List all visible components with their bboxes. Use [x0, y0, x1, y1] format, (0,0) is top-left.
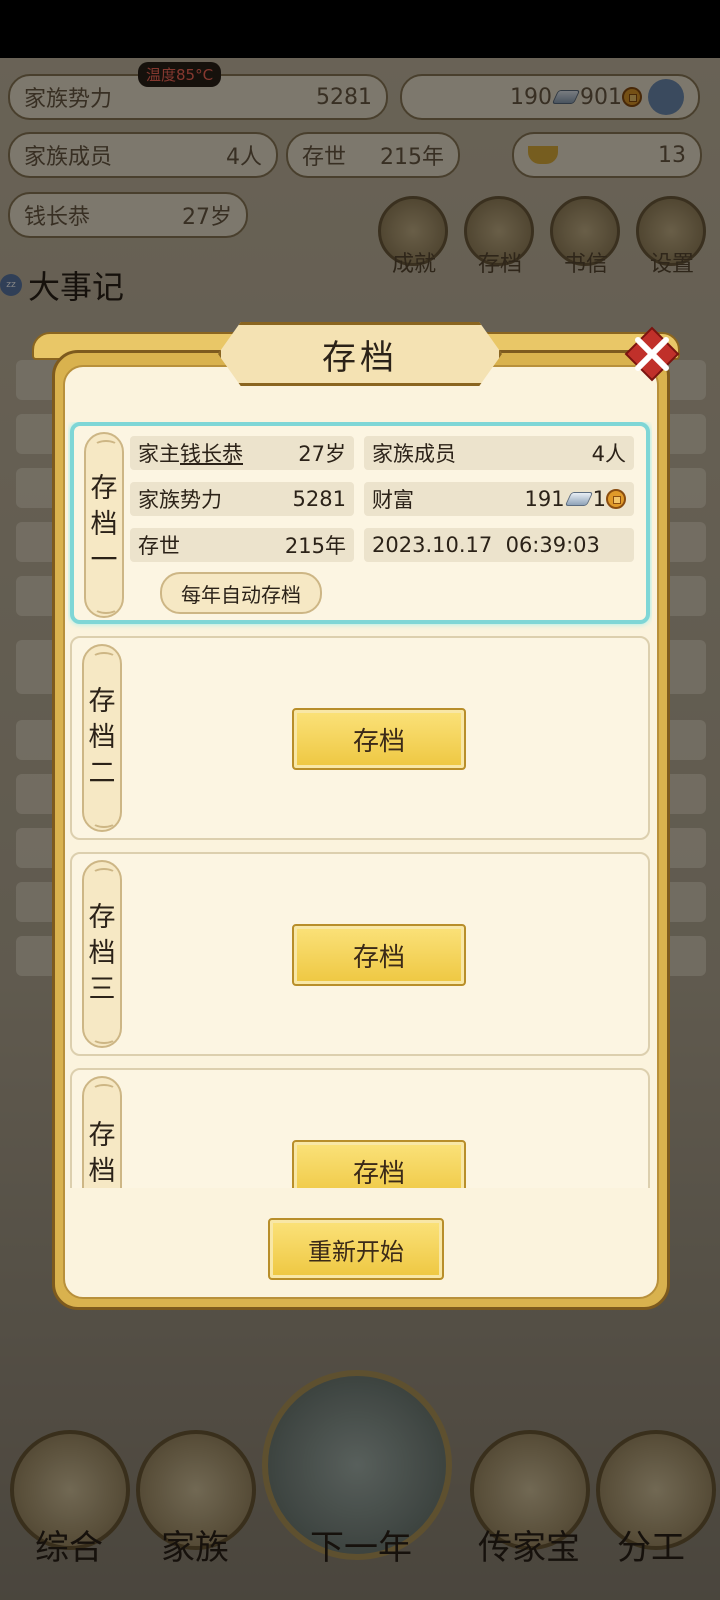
- save-slot-4-button[interactable]: 存档: [292, 1140, 466, 1188]
- status-bar: [0, 0, 720, 58]
- save-slot-1[interactable]: 存 档 一 家主 钱长恭 27岁 家族成员 4人 家族势力 5281 财富 19…: [70, 422, 650, 624]
- slot-2-tag: 存 档 二: [82, 644, 122, 832]
- save-slot-4[interactable]: 存 档 存档: [70, 1068, 650, 1188]
- power-value: 5281: [292, 487, 346, 511]
- dialog-title-plate: 存档: [218, 322, 502, 386]
- existence-value: 215年: [284, 534, 346, 558]
- slot-1-tag-char: 一: [90, 545, 118, 576]
- slot-4-tag-char: 存: [88, 1120, 116, 1151]
- existence-cell: 存世 215年: [130, 528, 354, 562]
- close-button[interactable]: [622, 324, 682, 384]
- slot-2-tag-char: 档: [88, 722, 116, 753]
- slot-3-tag-char: 存: [88, 902, 116, 933]
- slot-4-tag-char: 档: [88, 1156, 116, 1187]
- silver-icon: [564, 492, 593, 506]
- saved-timestamp: 2023.10.17 06:39:03: [372, 533, 600, 557]
- slot-3-tag: 存 档 三: [82, 860, 122, 1048]
- slot-2-tag-char: 二: [88, 758, 116, 789]
- slot-4-tag: 存 档: [82, 1076, 122, 1188]
- slot-1-tag-char: 存: [90, 473, 118, 504]
- existence-label: 存世: [138, 534, 180, 558]
- wealth-silver: 191: [524, 487, 565, 511]
- coin-icon: [606, 489, 626, 509]
- wealth-coin: 1: [592, 487, 606, 511]
- restart-button[interactable]: 重新开始: [268, 1218, 444, 1280]
- members-label: 家族成员: [372, 442, 456, 466]
- wealth-label: 财富: [372, 488, 414, 512]
- dialog-title: 存档: [322, 337, 398, 378]
- patriarch-age: 27岁: [298, 442, 346, 466]
- members-cell: 家族成员 4人: [364, 436, 634, 470]
- save-slot-2-button[interactable]: 存档: [292, 708, 466, 770]
- saved-time-cell: 2023.10.17 06:39:03: [364, 528, 634, 562]
- slot-3-tag-char: 档: [88, 938, 116, 969]
- patriarch-label: 家主: [138, 442, 180, 466]
- save-slot-2[interactable]: 存 档 二 存档: [70, 636, 650, 840]
- auto-save-tag: 每年自动存档: [160, 572, 322, 614]
- wealth-value: 191 1: [525, 487, 626, 511]
- save-slot-3[interactable]: 存 档 三 存档: [70, 852, 650, 1056]
- wealth-cell: 财富 191 1: [364, 482, 634, 516]
- power-cell: 家族势力 5281: [130, 482, 354, 516]
- power-label: 家族势力: [138, 488, 222, 512]
- save-slot-3-button[interactable]: 存档: [292, 924, 466, 986]
- patriarch-name-link[interactable]: 钱长恭: [180, 438, 243, 468]
- patriarch-cell: 家主 钱长恭 27岁: [130, 436, 354, 470]
- members-value: 4人: [591, 442, 626, 466]
- slot-1-tag-char: 档: [90, 509, 118, 540]
- slot-1-tag: 存 档 一: [84, 432, 124, 618]
- slot-3-tag-char: 三: [88, 974, 116, 1005]
- save-slot-list[interactable]: 存 档 一 家主 钱长恭 27岁 家族成员 4人 家族势力 5281 财富 19…: [68, 422, 652, 1188]
- close-icon: [624, 326, 680, 382]
- slot-2-tag-char: 存: [88, 686, 116, 717]
